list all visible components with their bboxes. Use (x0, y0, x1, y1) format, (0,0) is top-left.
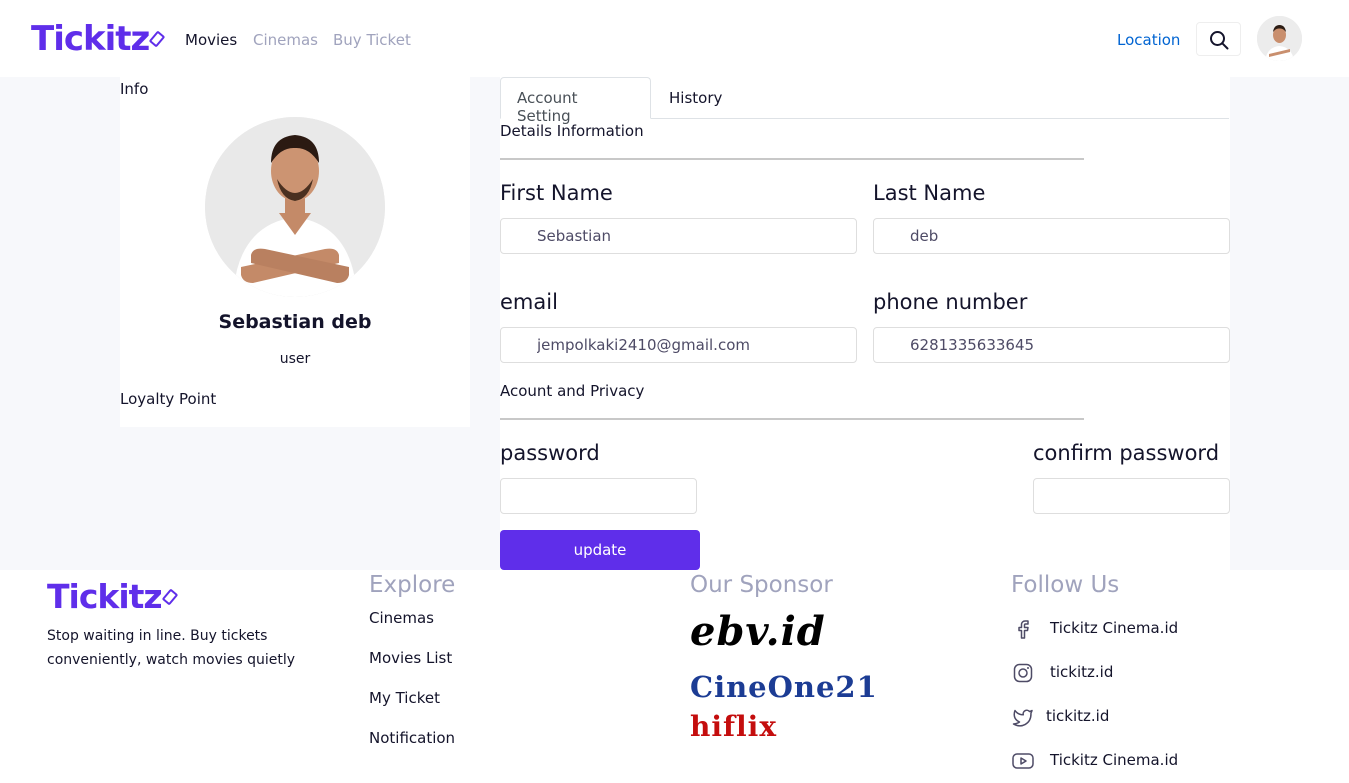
follow-twitter[interactable]: tickitz.id (1011, 705, 1211, 729)
nav-link-movies[interactable]: Movies (185, 31, 237, 49)
footer-tagline: Stop waiting in line. Buy tickets conven… (47, 628, 296, 668)
user-avatar[interactable] (1257, 16, 1302, 61)
twitter-label: tickitz.id (1046, 707, 1110, 725)
pen-icon (161, 587, 178, 606)
email-label: email (500, 290, 558, 314)
tab-account-setting[interactable]: Account Setting (500, 77, 651, 125)
email-input[interactable] (500, 327, 857, 363)
profile-image (205, 117, 385, 297)
profile-role: user (279, 351, 311, 367)
confirm-password-input[interactable] (1033, 478, 1230, 514)
nav-link-buy-ticket[interactable]: Buy Ticket (333, 31, 411, 49)
navbar: Tickitz Movies Cinemas Buy Ticket Locati… (0, 0, 1349, 77)
footer-link-cinemas[interactable]: Cinemas (369, 609, 434, 627)
brand-logo[interactable]: Tickitz (31, 19, 166, 59)
search-icon (1210, 31, 1229, 50)
loyalty-point-label: Loyalty Point (120, 390, 217, 408)
nav-link-cinemas[interactable]: Cinemas (253, 31, 318, 49)
details-section-title: Details Information (500, 122, 644, 140)
youtube-label: Tickitz Cinema.id (1050, 751, 1179, 769)
phone-input[interactable] (873, 327, 1230, 363)
update-button[interactable]: update (500, 530, 700, 570)
footer-link-movies-list[interactable]: Movies List (369, 649, 452, 667)
twitter-icon (1012, 709, 1033, 727)
profile-name: Sebastian deb (218, 311, 372, 333)
footer-link-notification[interactable]: Notification (369, 729, 455, 747)
sponsor-ebv-logo: ebv.id (690, 608, 826, 655)
footer-link-my-ticket[interactable]: My Ticket (369, 689, 440, 707)
last-name-label: Last Name (873, 181, 986, 205)
facebook-label: Tickitz Cinema.id (1050, 619, 1179, 637)
privacy-section-title: Acount and Privacy (500, 382, 645, 400)
profile-photo (205, 117, 385, 297)
tab-history[interactable]: History (652, 77, 742, 119)
sponsor-heading: Our Sponsor (690, 572, 833, 598)
follow-instagram[interactable]: tickitz.id (1011, 661, 1211, 685)
footer-brand-logo[interactable]: Tickitz (47, 577, 178, 616)
search-button[interactable] (1196, 22, 1241, 56)
privacy-divider (500, 418, 1084, 420)
explore-heading: Explore (369, 572, 456, 598)
phone-label: phone number (873, 290, 1028, 314)
password-label: password (500, 441, 600, 465)
instagram-icon (1013, 663, 1033, 683)
confirm-password-label: confirm password (1033, 441, 1220, 465)
first-name-label: First Name (500, 181, 613, 205)
follow-facebook[interactable]: Tickitz Cinema.id (1011, 617, 1211, 641)
first-name-input[interactable] (500, 218, 857, 254)
details-divider (500, 158, 1084, 160)
follow-heading: Follow Us (1011, 572, 1120, 598)
last-name-input[interactable] (873, 218, 1230, 254)
pen-icon (148, 29, 166, 48)
facebook-icon (1018, 620, 1029, 639)
info-label: Info (120, 80, 149, 98)
password-input[interactable] (500, 478, 697, 514)
follow-youtube[interactable]: Tickitz Cinema.id (1011, 749, 1211, 773)
instagram-label: tickitz.id (1050, 663, 1114, 681)
youtube-icon (1012, 753, 1034, 769)
location-dropdown[interactable]: Location (1117, 31, 1180, 49)
sponsor-hiflix-logo: hiflix (690, 710, 778, 743)
avatar-image (1257, 16, 1302, 61)
sponsor-cineone21-logo: CineOne21 (690, 670, 878, 704)
